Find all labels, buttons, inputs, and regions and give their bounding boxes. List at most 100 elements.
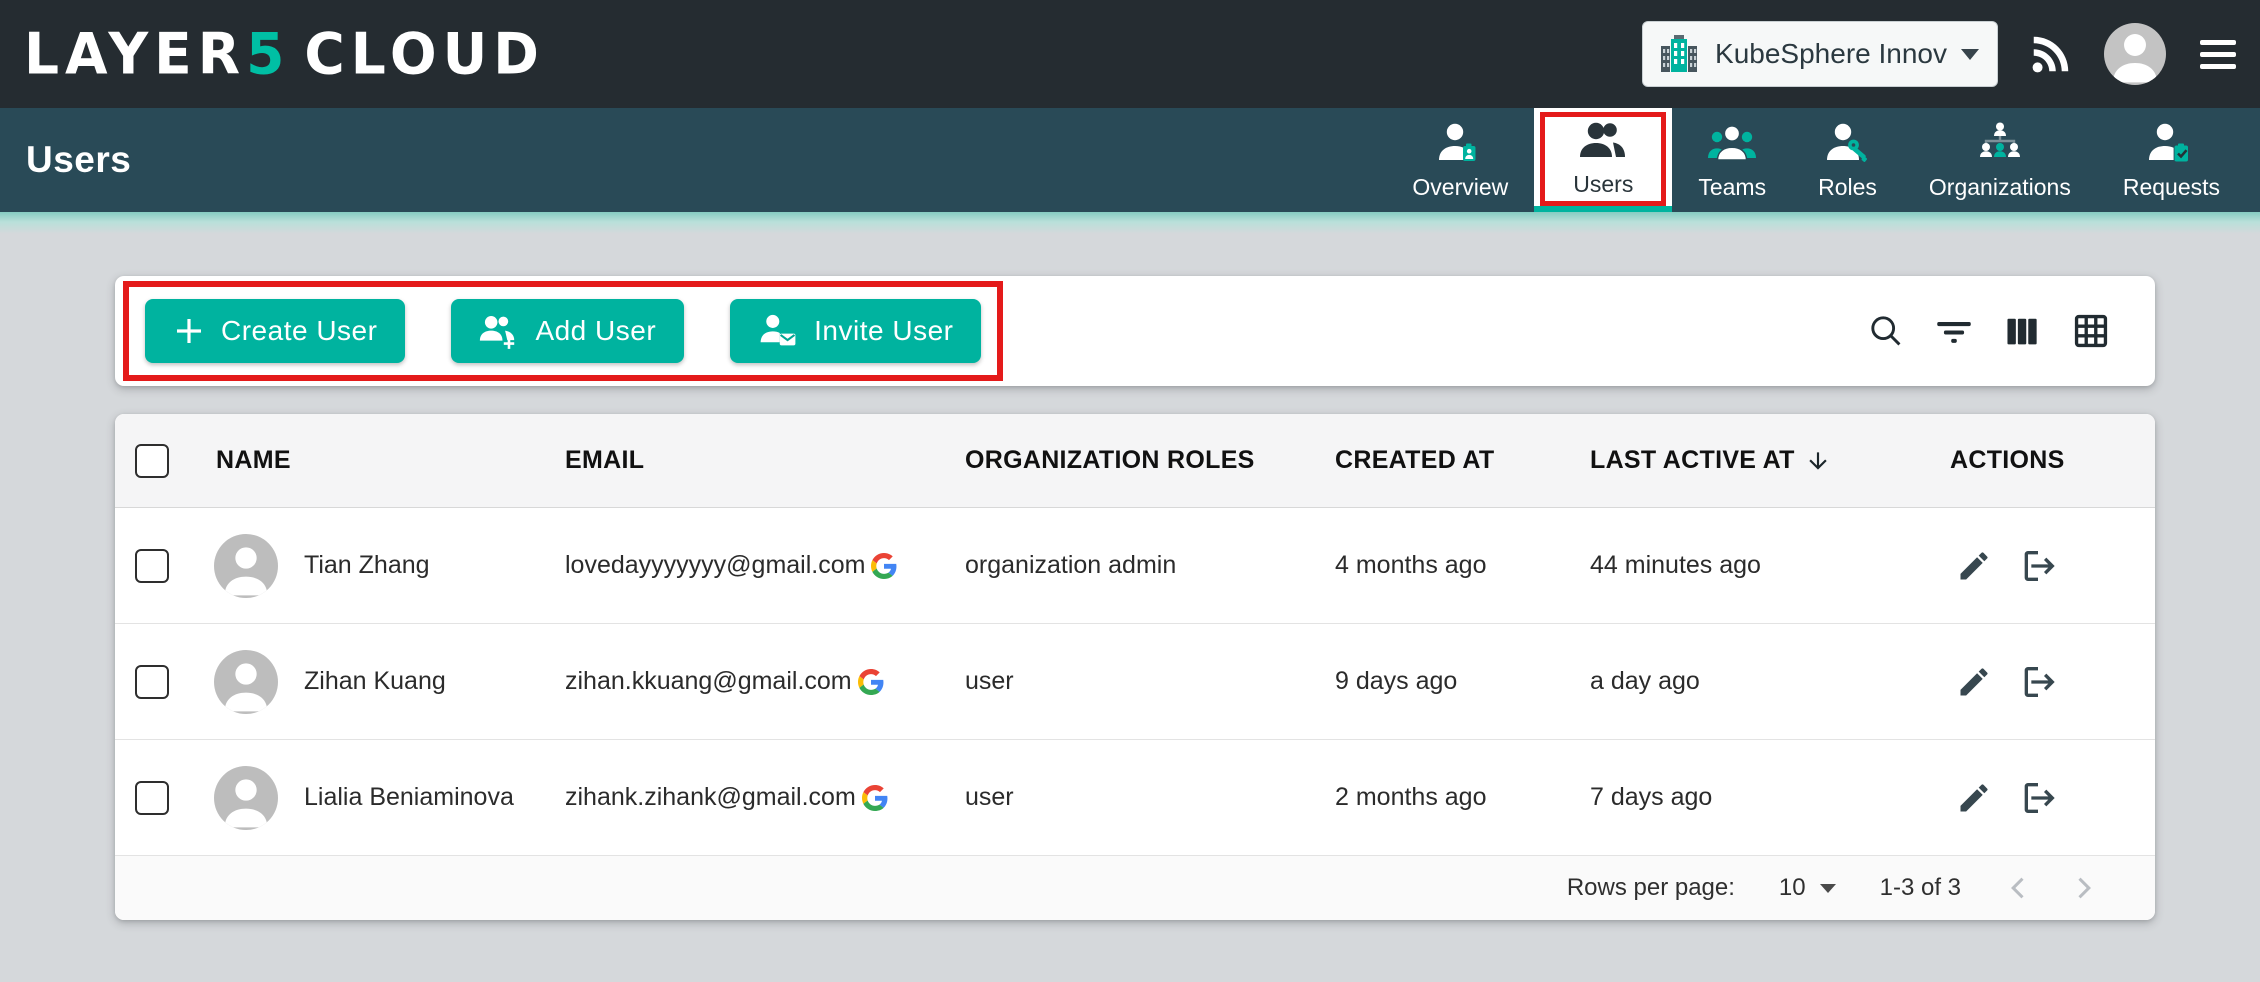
user-org-roles: organization admin bbox=[965, 551, 1335, 580]
tab-teams-label: Teams bbox=[1698, 174, 1766, 201]
select-all-checkbox[interactable] bbox=[135, 444, 169, 478]
search-button[interactable] bbox=[1867, 312, 1905, 350]
toolbar-right-icons bbox=[1867, 311, 2111, 351]
users-subnav: Users Overview bbox=[0, 108, 2260, 212]
user-created-at: 9 days ago bbox=[1335, 667, 1590, 696]
avatar bbox=[2104, 23, 2166, 85]
pagination-range: 1-3 of 3 bbox=[1880, 874, 1961, 902]
table-row[interactable]: Zihan Kuang zihan.kkuang@gmail.com user … bbox=[115, 624, 2155, 740]
org-hierarchy-icon bbox=[1976, 120, 2024, 168]
notifications-rss-button[interactable] bbox=[2028, 31, 2074, 77]
person-key-icon bbox=[1824, 120, 1872, 168]
subnav-gradient-divider bbox=[0, 212, 2260, 234]
tab-users-active[interactable]: Users bbox=[1534, 108, 1672, 212]
person-add-icon bbox=[479, 312, 519, 350]
table-row[interactable]: Lialia Beniaminova zihank.zihank@gmail.c… bbox=[115, 740, 2155, 856]
row-checkbox[interactable] bbox=[135, 665, 169, 699]
pagination-controls bbox=[2005, 874, 2097, 902]
edit-pencil-icon bbox=[1956, 548, 1992, 584]
column-header-created-at[interactable]: CREATED AT bbox=[1335, 446, 1590, 475]
remove-user-icon bbox=[2018, 546, 2058, 586]
edit-user-button[interactable] bbox=[1956, 548, 1992, 584]
person-badge-icon bbox=[1436, 120, 1484, 168]
view-columns-button[interactable] bbox=[2003, 312, 2041, 350]
user-name: Lialia Beniaminova bbox=[304, 783, 514, 812]
row-checkbox[interactable] bbox=[135, 781, 169, 815]
sort-arrow-down-icon bbox=[1805, 448, 1831, 474]
organization-selector[interactable]: KubeSphere Innov bbox=[1642, 21, 1998, 87]
person-clipboard-icon bbox=[2147, 120, 2195, 168]
grid-view-button[interactable] bbox=[2071, 311, 2111, 351]
users-toolbar: Create User Add User bbox=[115, 276, 2155, 386]
annotation-red-box-users-tab: Users bbox=[1540, 112, 1666, 206]
plus-icon bbox=[173, 315, 205, 347]
chevron-left-icon bbox=[2005, 874, 2033, 902]
chevron-down-icon bbox=[1961, 49, 1979, 60]
next-page-button[interactable] bbox=[2069, 874, 2097, 902]
column-header-last-active-at[interactable]: LAST ACTIVE AT bbox=[1590, 446, 1950, 475]
remove-user-button[interactable] bbox=[2018, 662, 2058, 702]
edit-pencil-icon bbox=[1956, 664, 1992, 700]
logo-cloud-text: CLOUD bbox=[304, 25, 545, 82]
avatar bbox=[214, 766, 278, 830]
column-header-org-roles[interactable]: ORGANIZATION ROLES bbox=[965, 446, 1335, 475]
user-org-roles: user bbox=[965, 783, 1335, 812]
logo-five-text: 5 bbox=[246, 25, 290, 82]
main-content: Create User Add User bbox=[115, 276, 2155, 920]
edit-user-button[interactable] bbox=[1956, 780, 1992, 816]
column-header-name[interactable]: NAME bbox=[200, 446, 565, 475]
person-envelope-icon bbox=[758, 312, 798, 350]
users-table: NAME EMAIL ORGANIZATION ROLES CREATED AT… bbox=[115, 414, 2155, 920]
top-header: LAYER5CLOUD bbox=[0, 0, 2260, 108]
hamburger-menu-icon[interactable] bbox=[2196, 36, 2240, 73]
filter-button[interactable] bbox=[1935, 312, 1973, 350]
create-user-button[interactable]: Create User bbox=[145, 299, 405, 363]
grid-view-icon bbox=[2071, 311, 2111, 351]
invite-user-button[interactable]: Invite User bbox=[730, 299, 981, 363]
tab-organizations[interactable]: Organizations bbox=[1903, 108, 2097, 212]
rows-per-page-select[interactable]: 10 bbox=[1779, 874, 1836, 902]
user-last-active-at: a day ago bbox=[1590, 667, 1950, 696]
filter-icon bbox=[1935, 312, 1973, 350]
view-columns-icon bbox=[2003, 312, 2041, 350]
team-group-icon bbox=[1708, 120, 1756, 168]
tab-requests-label: Requests bbox=[2123, 174, 2220, 201]
search-icon bbox=[1867, 312, 1905, 350]
layer5-cloud-logo: LAYER5CLOUD bbox=[24, 25, 545, 82]
row-checkbox[interactable] bbox=[135, 549, 169, 583]
tab-overview-label: Overview bbox=[1412, 174, 1508, 201]
tab-requests[interactable]: Requests bbox=[2097, 108, 2246, 212]
user-email: lovedayyyyyyy@gmail.com bbox=[565, 551, 865, 580]
tab-users-label: Users bbox=[1573, 171, 1633, 198]
user-created-at: 4 months ago bbox=[1335, 551, 1590, 580]
remove-user-icon bbox=[2018, 778, 2058, 818]
google-icon bbox=[871, 553, 897, 579]
table-row[interactable]: Tian Zhang lovedayyyyyyy@gmail.com organ… bbox=[115, 508, 2155, 624]
tab-roles-label: Roles bbox=[1818, 174, 1877, 201]
tab-overview[interactable]: Overview bbox=[1386, 108, 1534, 212]
tab-teams[interactable]: Teams bbox=[1672, 108, 1792, 212]
topbar-right-cluster: KubeSphere Innov bbox=[1642, 21, 2240, 87]
create-user-label: Create User bbox=[221, 315, 377, 347]
people-icon bbox=[1579, 117, 1627, 165]
page-title: Users bbox=[26, 139, 131, 181]
user-avatar-button[interactable] bbox=[2104, 23, 2166, 85]
nav-tabs: Overview Users bbox=[1386, 108, 2260, 212]
add-user-button[interactable]: Add User bbox=[451, 299, 684, 363]
user-created-at: 2 months ago bbox=[1335, 783, 1590, 812]
avatar bbox=[214, 534, 278, 598]
user-email: zihank.zihank@gmail.com bbox=[565, 783, 856, 812]
edit-user-button[interactable] bbox=[1956, 664, 1992, 700]
column-header-email[interactable]: EMAIL bbox=[565, 446, 965, 475]
user-last-active-at: 7 days ago bbox=[1590, 783, 1950, 812]
user-name: Tian Zhang bbox=[304, 551, 430, 580]
organization-name: KubeSphere Innov bbox=[1715, 38, 1947, 70]
previous-page-button[interactable] bbox=[2005, 874, 2033, 902]
remove-user-button[interactable] bbox=[2018, 778, 2058, 818]
remove-user-button[interactable] bbox=[2018, 546, 2058, 586]
user-email: zihan.kkuang@gmail.com bbox=[565, 667, 852, 696]
user-org-roles: user bbox=[965, 667, 1335, 696]
avatar bbox=[214, 650, 278, 714]
tab-roles[interactable]: Roles bbox=[1792, 108, 1903, 212]
user-last-active-at: 44 minutes ago bbox=[1590, 551, 1950, 580]
